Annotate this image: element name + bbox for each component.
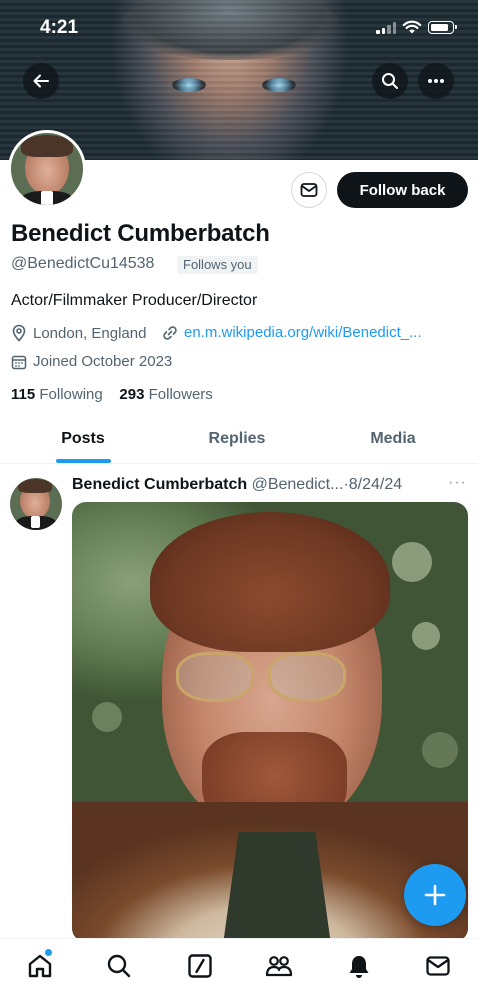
link-icon [163,325,177,340]
profile-bio: Actor/Filmmaker Producer/Director [11,292,258,309]
search-icon [382,73,398,89]
compose-button[interactable] [404,864,466,926]
tab-replies[interactable]: Replies [190,414,284,464]
profile-name: Benedict Cumberbatch [11,220,270,247]
followers-count: 293 [119,386,145,403]
bottom-nav [0,938,478,1000]
active-tab-indicator [56,459,111,463]
post-author-avatar[interactable] [10,478,62,530]
location-text: London, England [33,324,147,342]
website-link[interactable]: en.m.wikipedia.org/wiki/Benedict_... [184,324,422,341]
back-button[interactable] [23,63,59,99]
post-author-handle[interactable]: @Benedict... [252,476,344,493]
profile-avatar[interactable] [8,130,86,208]
nav-messages[interactable] [423,951,453,981]
arrow-left-icon [33,74,49,88]
follow-counts: 115 Following 293 Followers [11,386,213,403]
home-unread-dot [45,949,52,956]
followers-link[interactable]: 293 Followers [119,386,212,403]
profile-joined: Joined October 2023 [11,353,172,370]
battery-icon [428,21,457,34]
wifi-icon [402,20,422,34]
nav-search[interactable] [104,951,134,981]
profile-handle: @BenedictCu14538 [11,255,155,272]
more-button[interactable] [418,63,454,99]
following-label: Following [39,386,103,403]
profile-website[interactable]: en.m.wikipedia.org/wiki/Benedict_... [162,324,422,341]
location-pin-icon [12,324,26,342]
profile-location: London, England [11,324,146,342]
profile-tabs: Posts Replies Media [0,414,478,464]
follow-back-button[interactable]: Follow back [337,172,468,208]
nav-notifications[interactable] [344,951,374,981]
search-icon [107,954,131,978]
communities-icon [265,956,293,977]
mail-icon [300,183,318,197]
more-icon [428,79,444,83]
nav-home[interactable] [25,951,55,981]
cellular-signal-icon [376,22,396,34]
plus-icon [424,884,446,906]
post-image[interactable] [72,502,468,942]
message-button[interactable] [291,172,327,208]
follows-you-badge: Follows you [177,256,258,274]
status-time: 4:21 [40,17,79,38]
post-more-button[interactable]: ··· [448,474,467,492]
followers-label: Followers [148,386,213,403]
joined-text: Joined October 2023 [33,353,173,370]
nav-grok[interactable] [185,951,215,981]
post-date[interactable]: 8/24/24 [349,476,402,493]
following-count: 115 [11,386,36,403]
following-link[interactable]: 115 Following [11,386,103,403]
tab-posts[interactable]: Posts [40,414,126,464]
status-bar: 4:21 [0,0,478,56]
notifications-icon [349,956,369,978]
nav-communities[interactable] [264,951,294,981]
post-header: Benedict Cumberbatch @Benedict...·8/24/2… [72,476,402,494]
tab-media[interactable]: Media [350,414,436,464]
grok-icon [188,954,212,978]
search-button[interactable] [372,63,408,99]
home-icon [28,954,52,978]
messages-icon [426,956,450,976]
calendar-icon [11,355,27,369]
post-author-name[interactable]: Benedict Cumberbatch [72,476,247,493]
